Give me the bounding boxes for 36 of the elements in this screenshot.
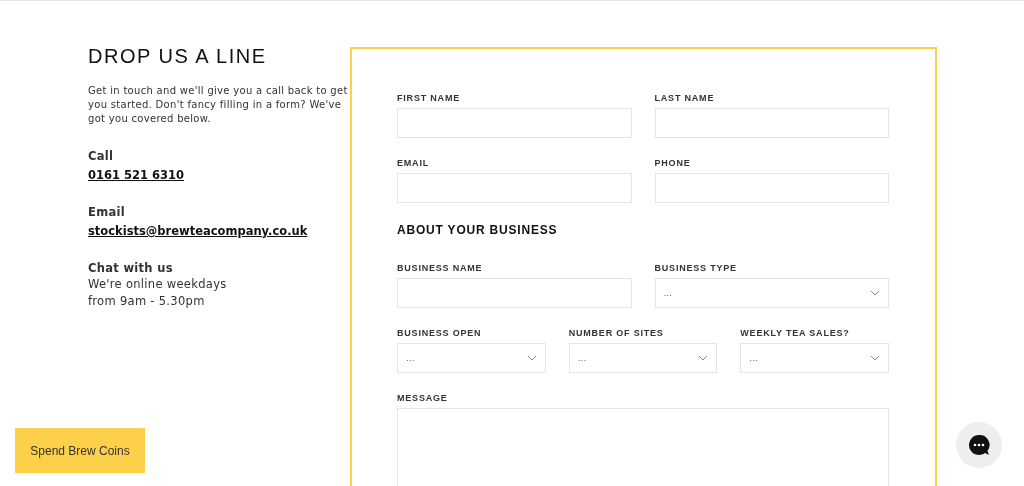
- dropdown-field[interactable]: ...: [740, 343, 889, 373]
- chevron-icon: [870, 355, 880, 361]
- contact-link[interactable]: 0161 521 6310: [88, 168, 185, 182]
- dropdown-field[interactable]: ...: [397, 343, 546, 373]
- input-field[interactable]: [654, 108, 889, 138]
- section-heading: ABOUT YOUR BUSINESS: [397, 223, 559, 237]
- chevron-icon: [698, 355, 709, 361]
- field-label: LAST NAME: [654, 93, 716, 103]
- message-field[interactable]: [397, 408, 889, 486]
- chat-icon: [968, 434, 990, 456]
- input-field[interactable]: [654, 173, 889, 203]
- field-label: WEEKLY TEA SALES?: [740, 328, 851, 338]
- dropdown-field[interactable]: ...: [568, 343, 718, 373]
- field-label: EMAIL: [397, 158, 430, 168]
- field-label: BUSINESS OPEN: [397, 328, 483, 338]
- field-label: BUSINESS NAME: [397, 263, 484, 273]
- spend-coins-button[interactable]: Spend Brew Coins: [15, 428, 145, 473]
- field-label: PHONE: [654, 158, 692, 168]
- chevron-icon: [526, 355, 537, 361]
- contact-link[interactable]: stockists@brewteacompany.co.uk: [88, 224, 308, 238]
- dropdown-field[interactable]: ...: [654, 278, 889, 308]
- chat-button[interactable]: [956, 422, 1002, 468]
- input-field[interactable]: [397, 173, 632, 203]
- field-label: FIRST NAME: [397, 93, 461, 103]
- contact-label: Chat with us: [88, 260, 174, 276]
- page-heading: DROP US A LINE: [88, 45, 268, 68]
- chevron-icon: [870, 290, 880, 296]
- field-label: MESSAGE: [397, 393, 449, 403]
- contact-text: We're online weekdays from 9am - 5.30pm: [88, 276, 228, 310]
- field-label: NUMBER OF SITES: [568, 328, 665, 338]
- input-field[interactable]: [397, 278, 632, 308]
- input-field[interactable]: [397, 108, 632, 138]
- intro-text: Get in touch and we'll give you a call back to get you started. Don't fancy filling in a form? We've got you covered below.: [88, 84, 349, 126]
- contact-label: Email: [88, 204, 126, 220]
- field-label: BUSINESS TYPE: [654, 263, 738, 273]
- contact-label: Call: [88, 148, 115, 164]
